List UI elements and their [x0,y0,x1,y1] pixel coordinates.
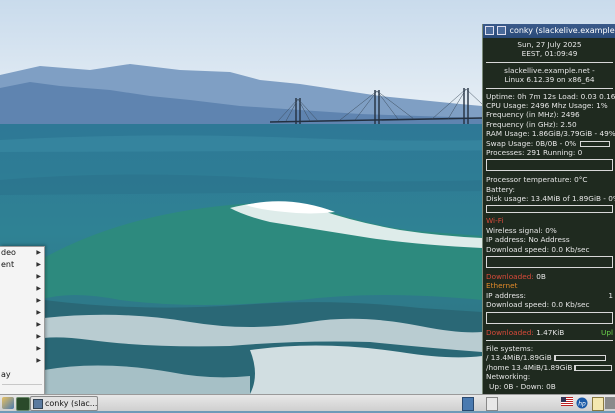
menu-item[interactable]: ▶ [0,271,44,283]
submenu-arrow-icon: ▶ [36,283,41,295]
submenu-arrow-icon: ▶ [36,295,41,307]
conky-kernel: Linux 6.12.39 on x86_64 [486,75,613,84]
eth-ip-value: 1 [608,291,613,300]
taskbar: conky (slac... hp [0,394,615,411]
menu-item[interactable]: ▶ [0,307,44,319]
menu-item[interactable]: ▶ [0,319,44,331]
eth-uploaded-label: Upl [601,328,613,337]
conky-date: Sun, 27 July 2025 [486,40,613,49]
conky-proc-temp: Processor temperature: 0°C [486,175,613,184]
divider [486,340,613,341]
menu-item-label: ay [1,370,11,379]
fs-home-text: /home 13.4MiB/1.89GiB [486,363,572,372]
conky-titlebar[interactable]: conky (slackelive.example.net) [483,24,615,38]
submenu-arrow-icon: ▶ [36,319,41,331]
wifi-header: Wi-Fi [486,216,613,225]
divider [486,62,613,63]
fs-home: /home 13.4MiB/1.89GiB [486,363,613,372]
conky-cpu-usage: CPU Usage: 2496 Mhz Usage: 1% [486,101,613,110]
wifi-downloaded: Downloaded: 0B [486,272,613,281]
wifi-signal: Wireless signal: 0% [486,226,613,235]
submenu-arrow-icon: ▶ [36,343,41,355]
menu-separator [2,384,42,385]
submenu-arrow-icon: ▶ [36,259,41,271]
submenu-arrow-icon: ▶ [36,247,41,259]
conky-window: conky (slackelive.example.net) Sun, 27 J… [482,24,615,394]
pager-workspace-icon[interactable] [486,397,498,411]
swap-text: Swap Usage: 0B/0B - 0% [486,139,576,148]
task-label: conky (slac... [45,399,97,408]
eth-ip-label: IP address: [486,291,526,300]
ram-text: RAM Usage: 1.86GiB/3.79GiB - 49% [486,129,615,138]
taskbar-task-conky[interactable]: conky (slac... [30,396,98,411]
window-icon [33,399,43,409]
net-updown: Up: 0B - Down: 0B [486,382,613,391]
conky-processes: Processes: 291 Running: 0 [486,148,613,157]
terminal-launcher-icon[interactable] [16,397,30,411]
start-menu: deo ▶ ent ▶ ▶ ▶ ▶ ▶ ▶ ▶ ▶ ▶ ay [0,246,45,396]
cpu-graph [486,159,613,171]
wifi-ip: IP address: No Address [486,235,613,244]
menu-launcher-icon[interactable] [2,397,14,409]
swap-bar [580,141,610,147]
fs-root-bar [554,355,606,361]
window-pin-icon[interactable] [497,26,506,35]
printer-icon[interactable]: hp [575,397,589,409]
wifi-downloaded-value: 0B [536,272,546,281]
flag-us-icon[interactable] [561,397,573,409]
divider [486,88,613,89]
eth-download-speed: Download speed: 0.0 Kb/sec [486,300,613,309]
eth-downloaded: Downloaded: 1.47KiB Upl [486,328,613,337]
menu-item-label: ent [1,260,14,269]
submenu-arrow-icon: ▶ [36,271,41,283]
conky-disk: Disk usage: 13.4MiB of 1.89GiB - 0% [486,194,613,203]
conky-swap: Swap Usage: 0B/0B - 0% [486,139,613,148]
fs-root-bar-fill [555,356,556,360]
hp-printer-svg: hp [575,397,589,409]
menu-item[interactable]: ▶ [0,331,44,343]
menu-item-development[interactable]: ent ▶ [0,259,44,271]
conky-ram: RAM Usage: 1.86GiB/3.79GiB - 49% [486,129,613,138]
conky-freq-ghz: Frequency (in GHz): 2.50 [486,120,613,129]
conky-battery: Battery: [486,185,613,194]
tray-app-icon[interactable] [605,397,615,409]
eth-downloaded-value: 1.47KiB [536,328,564,337]
wifi-downloaded-label: Downloaded: [486,272,534,281]
menu-item-display[interactable]: ay [0,369,44,381]
ethernet-header: Ethernet [486,281,613,290]
submenu-arrow-icon: ▶ [36,307,41,319]
net-header: Networking: [486,372,613,381]
menu-item[interactable]: ▶ [0,343,44,355]
eth-ip: IP address: 1 [486,291,613,300]
flag-us-svg [561,397,573,406]
conky-uptime: Uptime: 0h 7m 12s Load: 0.03 0.16 [486,92,613,101]
svg-text:hp: hp [578,401,586,408]
fs-header: File systems: [486,344,613,353]
conky-freq-mhz: Frequency (in MHz): 2496 [486,110,613,119]
window-menu-icon[interactable] [485,26,494,35]
conky-time: EEST, 01:09:49 [486,49,613,58]
menu-item[interactable]: ▶ [0,355,44,367]
clipboard-icon[interactable] [592,397,604,411]
fs-home-bar [574,365,612,371]
menu-item-video[interactable]: deo ▶ [0,247,44,259]
submenu-arrow-icon: ▶ [36,355,41,367]
window-title: conky (slackelive.example.net) [510,26,615,35]
menu-item[interactable]: ▶ [0,295,44,307]
wifi-download-speed: Download speed: 0.0 Kb/sec [486,245,613,254]
menu-item[interactable]: ▶ [0,283,44,295]
eth-graph [486,312,613,324]
conky-host: slackellive.example.net - [486,66,613,75]
submenu-arrow-icon: ▶ [36,331,41,343]
fs-root: / 13.4MiB/1.89GiB [486,353,613,362]
fs-root-text: / 13.4MiB/1.89GiB [486,353,552,362]
wifi-graph [486,256,613,268]
menu-item-label: deo [1,248,16,257]
disk-bar [486,205,613,213]
eth-downloaded-label: Downloaded: [486,328,534,337]
desktop-pager-icon[interactable] [462,397,474,411]
